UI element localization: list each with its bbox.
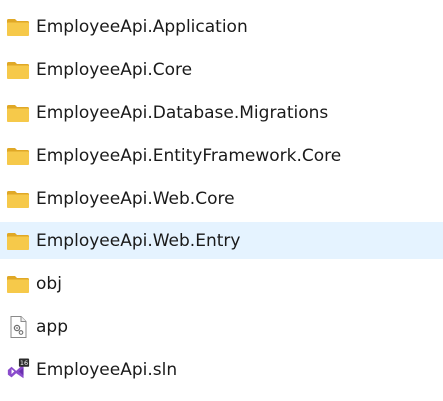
list-item-employeeapi-web-core[interactable]: EmployeeApi.Web.Core (0, 180, 443, 217)
item-label: EmployeeApi.sln (36, 359, 178, 380)
item-label: app (36, 316, 68, 337)
folder-icon (6, 229, 30, 253)
file-list: EmployeeApi.Application EmployeeApi.Core… (0, 0, 443, 401)
folder-icon (6, 187, 30, 211)
folder-icon (6, 272, 30, 296)
folder-icon (6, 144, 30, 168)
list-item-employeeapi-sln[interactable]: 16 EmployeeApi.sln (0, 351, 443, 388)
list-item-employeeapi-database-migrations[interactable]: EmployeeApi.Database.Migrations (0, 94, 443, 131)
version-badge: 16 (20, 359, 28, 367)
item-label: EmployeeApi.Database.Migrations (36, 102, 329, 123)
item-label: EmployeeApi.Web.Core (36, 188, 235, 209)
config-file-icon (6, 315, 30, 339)
folder-icon (6, 101, 30, 125)
list-item-employeeapi-core[interactable]: EmployeeApi.Core (0, 51, 443, 88)
list-item-employeeapi-web-entry[interactable]: EmployeeApi.Web.Entry (0, 222, 443, 259)
list-item-employeeapi-application[interactable]: EmployeeApi.Application (0, 8, 443, 45)
item-label: EmployeeApi.Core (36, 59, 193, 80)
list-item-app[interactable]: app (0, 308, 443, 345)
item-label: obj (36, 273, 62, 294)
folder-icon (6, 15, 30, 39)
folder-icon (6, 58, 30, 82)
item-label: EmployeeApi.Application (36, 16, 248, 37)
visual-studio-solution-icon: 16 (6, 357, 30, 382)
list-item-obj[interactable]: obj (0, 265, 443, 302)
item-label: EmployeeApi.EntityFramework.Core (36, 145, 342, 166)
list-item-employeeapi-entityframework-core[interactable]: EmployeeApi.EntityFramework.Core (0, 137, 443, 174)
item-label: EmployeeApi.Web.Entry (36, 230, 241, 251)
